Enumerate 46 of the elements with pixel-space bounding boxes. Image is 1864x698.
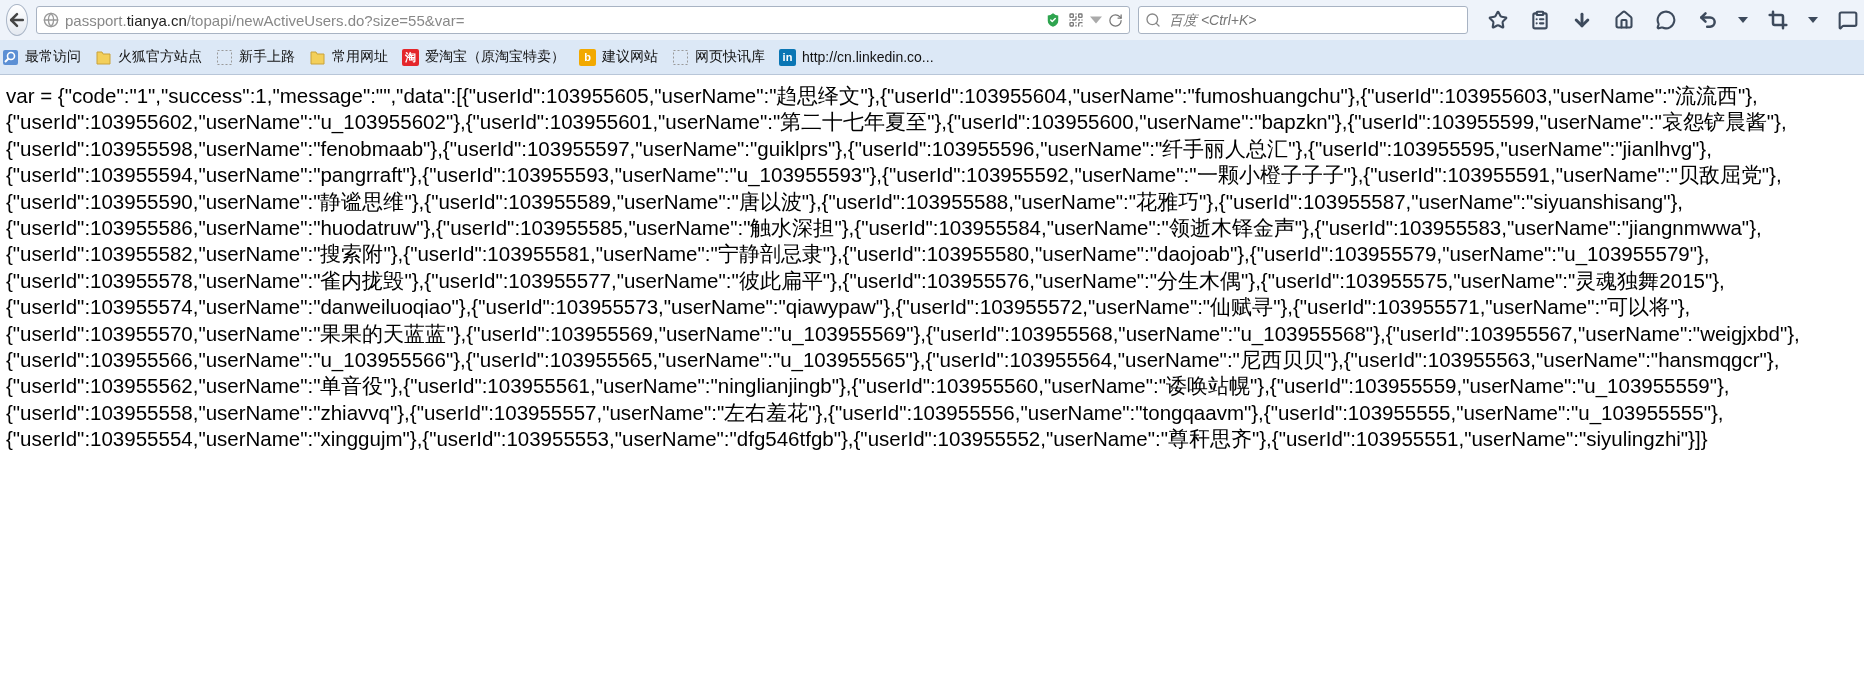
json-text-line: {"userId":103955586,"userName":"huodatruw"},{"userId":103955585,"userName":"触水深担"},{"userId":103955584,"userName":"领逝木铎金声"},{"userId":103955583,"userName":"jiangnmwwa"},	[6, 215, 1763, 242]
back-button[interactable]	[6, 4, 28, 36]
blank-page-icon	[672, 48, 689, 66]
bookmark-link[interactable]: 常用网址	[332, 48, 388, 66]
json-text-line: {"userId":103955598,"userName":"fenobmaab"},{"userId":103955597,"userName":"guiklprs"},{"userId":103955596,"userName":"纤手丽人总汇"},{"userId":103955595,"userName":"jianlhvg"},	[6, 135, 1713, 162]
json-text-line: {"userId":103955566,"userName":"u_103955566"},{"userId":103955565,"userName":"u_103955565"},{"userId":103955564,"userName":"尼西贝贝"},{"userId":103955563,"userName":"hansmqgcr"},	[6, 347, 1781, 374]
reload-icon[interactable]	[1108, 12, 1123, 28]
url-text: passport.tianya.cn/topapi/newActiveUsers.do?size=55&var=	[65, 11, 466, 29]
qr-code-icon[interactable]	[1068, 12, 1084, 28]
taobao-logo-icon: 淘	[402, 48, 419, 66]
star-icon[interactable]	[1486, 8, 1510, 32]
speech-bubble-icon[interactable]	[1836, 8, 1860, 32]
json-text-line: var = {"code":"1","success":1,"message":"","data":[{"userId":103955605,"userName":"趋思绎文"},{"userId":103955604,"userName":"fumoshuangchu"},{"userId":103955603,"userName":"流流西"},	[6, 83, 1759, 109]
home-icon[interactable]	[1612, 8, 1636, 32]
bookmark-link[interactable]: 新手上路	[239, 48, 295, 66]
bookmark-link[interactable]: 网页快讯库	[695, 48, 765, 66]
bookmark-link[interactable]: 火狐官方站点	[118, 48, 202, 66]
json-text-line: {"userId":103955590,"userName":"静谧思维"},{"userId":103955589,"userName":"唐以波"},{"userId":103955588,"userName":"花雅巧"},{"userId":103955587,"userName":"siyuanshisang"},	[6, 188, 1685, 215]
page-search-icon	[2, 48, 19, 66]
dropdown-caret-icon[interactable]	[1738, 17, 1748, 23]
bookmark-link[interactable]: 爱淘宝（原淘宝特卖）	[425, 48, 565, 66]
json-text-line: {"userId":103955558,"userName":"zhiavvq"},{"userId":103955557,"userName":"左右羞花"},{"userId":103955556,"userName":"tongqaavm"},{"userId":103955555,"userName":"u_103955555"},	[6, 399, 1725, 427]
address-field[interactable]: passport.tianya.cn/topapi/newActiveUsers.do?size=55&var=	[36, 6, 1130, 34]
bookmark-link[interactable]: 建议网站	[602, 48, 658, 66]
shield-check-icon[interactable]	[1044, 11, 1062, 29]
json-text-line: {"userId":103955594,"userName":"pangrraft"},{"userId":103955593,"userName":"u_103955593"},{"userId":103955592,"userName":"一颗小橙子子子"},{"userId":103955591,"userName":"贝敌屈党"},	[6, 162, 1783, 189]
search-field[interactable]: 百度 <Ctrl+K>	[1138, 6, 1468, 34]
bookmark-link[interactable]: 最常访问	[25, 48, 81, 66]
json-text-line: {"userId":103955554,"userName":"xinggujm"},{"userId":103955553,"userName":"dfg546tfgb"},{"userId":103955552,"userName":"尊秆思齐"},{"userId":103955551,"userName":"siyulingzhi"}]}	[6, 426, 1709, 453]
search-icon	[1145, 12, 1161, 28]
json-text-line: {"userId":103955562,"userName":"单音役"},{"userId":103955561,"userName":"ninglianjingb"},{"userId":103955560,"userName":"诿唤站幌"},{"userId":103955559,"userName":"u_103955559"},	[6, 373, 1731, 400]
bookmark-link[interactable]: http://cn.linkedin.co...	[802, 49, 934, 65]
json-text-line: {"userId":103955578,"userName":"雀内拢毁"},{"userId":103955577,"userName":"彼此扁平"},{"userId":103955576,"userName":"分生木偶"},{"userId":103955575,"userName":"灵魂独舞2015"},	[6, 267, 1726, 294]
folder-icon	[309, 48, 326, 66]
json-text-line: {"userId":103955602,"userName":"u_103955602"},{"userId":103955601,"userName":"第二十七年夏至"},{"userId":103955600,"userName":"bapzkn"},{"userId":103955599,"userName":"哀怨铲晨酱"},	[6, 109, 1788, 136]
json-text-line: {"userId":103955574,"userName":"danweiluoqiao"},{"userId":103955573,"userName":"qiawypaw"},{"userId":103955572,"userName":"仙赋寻"},{"userId":103955571,"userName":"可以将"},	[6, 294, 1692, 321]
bing-logo-icon: b	[579, 48, 596, 66]
blank-page-icon	[216, 48, 233, 66]
chat-bubble-icon[interactable]	[1654, 8, 1678, 32]
crop-icon[interactable]	[1766, 8, 1790, 32]
linkedin-logo-icon: in	[779, 48, 796, 66]
json-text-line: {"userId":103955582,"userName":"搜索附"},{"userId":103955581,"userName":"宁静剖忌隶"},{"userId":103955580,"userName":"daojoab"},{"userId":103955579,"userName":"u_103955579"},	[6, 241, 1711, 268]
dropdown-caret-icon[interactable]	[1808, 17, 1818, 23]
globe-icon	[43, 12, 59, 28]
json-text-line: {"userId":103955570,"userName":"果果的天蓝蓝"},{"userId":103955569,"userName":"u_103955569"},{"userId":103955568,"userName":"u_103955568"},{"userId":103955567,"userName":"weigjxbd"},	[6, 320, 1801, 348]
folder-icon	[95, 48, 112, 66]
